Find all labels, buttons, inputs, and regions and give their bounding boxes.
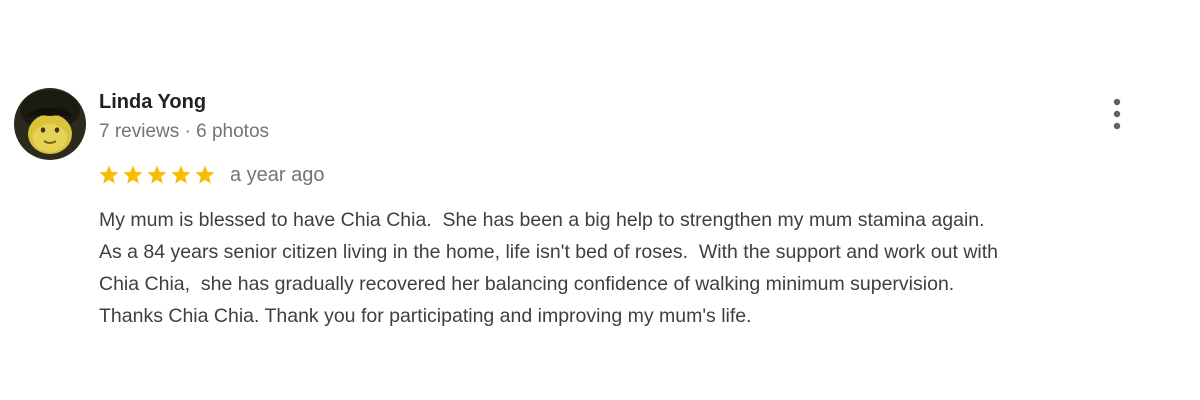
star-icon	[146, 164, 168, 186]
review-text-line: Thanks Chia Chia. Thank you for particip…	[99, 305, 752, 327]
star-icon	[122, 164, 144, 186]
reviewer-meta[interactable]: 7 reviews · 6 photos	[99, 121, 269, 143]
star-icon	[194, 164, 216, 186]
review-text-line: As a 84 years senior citizen living in t…	[99, 241, 998, 263]
star-rating	[98, 164, 218, 186]
reviewer-name[interactable]: Linda Yong	[99, 90, 269, 114]
review-text-line: My mum is blessed to have Chia Chia. She…	[99, 209, 985, 231]
reviewer-avatar[interactable]	[14, 88, 86, 160]
review-card: Linda Yong 7 reviews · 6 photos a year a…	[0, 0, 1200, 400]
profile-photo-icon	[14, 88, 86, 160]
more-vertical-icon	[1113, 98, 1121, 130]
rating-row: a year ago	[98, 162, 325, 188]
review-text-line: Chia Chia, she has gradually recovered h…	[99, 273, 955, 295]
reviewer-header: Linda Yong 7 reviews · 6 photos	[99, 90, 269, 143]
star-icon	[170, 164, 192, 186]
star-icon	[98, 164, 120, 186]
more-options-button[interactable]	[1103, 96, 1131, 132]
review-date: a year ago	[230, 164, 325, 186]
review-text: My mum is blessed to have Chia Chia. She…	[99, 204, 1189, 332]
